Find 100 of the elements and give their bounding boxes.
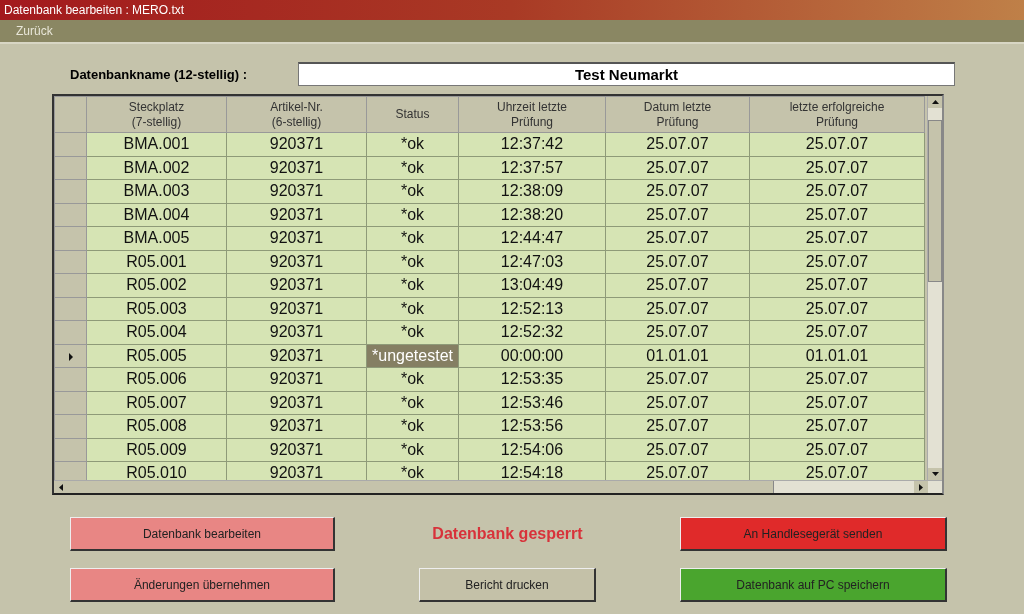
scroll-up-icon[interactable] xyxy=(931,100,939,104)
name-field[interactable]: Test Neumarkt xyxy=(298,62,955,86)
table-cell: BMA.004 xyxy=(86,203,227,227)
selected-cell[interactable]: *ungetestet xyxy=(367,344,458,367)
table-cell: 25.07.07 xyxy=(605,156,750,180)
table-cell: 25.07.07 xyxy=(605,132,750,156)
vertical-scrollbar[interactable] xyxy=(927,96,942,480)
row-selector[interactable] xyxy=(54,414,87,438)
row-selector[interactable] xyxy=(54,344,87,368)
window-title: Datenbank bearbeiten : MERO.txt xyxy=(0,0,1024,20)
table-cell: 25.07.07 xyxy=(749,414,925,438)
table-cell: 25.07.07 xyxy=(605,438,750,462)
lock-status-text: Datenbank gesperrt xyxy=(431,525,584,543)
table-cell: BMA.002 xyxy=(86,156,227,180)
table-cell: 920371 xyxy=(226,414,367,438)
column-header[interactable]: letzte erfolgreiche Prüfung xyxy=(749,96,925,133)
scroll-left-icon[interactable] xyxy=(59,483,63,491)
table-cell: R05.009 xyxy=(86,438,227,462)
table-cell: 13:04:49 xyxy=(458,273,606,297)
table-cell: 25.07.07 xyxy=(749,367,925,391)
table-cell: R05.002 xyxy=(86,273,227,297)
table-cell: R05.004 xyxy=(86,320,227,344)
table-cell: 920371 xyxy=(226,273,367,297)
table-cell: 25.07.07 xyxy=(749,179,925,203)
table-cell: 25.07.07 xyxy=(605,320,750,344)
table-cell: 920371 xyxy=(226,367,367,391)
action-button[interactable]: An Handlesegerät senden xyxy=(680,517,947,551)
row-selector[interactable] xyxy=(54,320,87,344)
table-cell: 12:52:13 xyxy=(458,297,606,321)
action-button[interactable]: Änderungen übernehmen xyxy=(70,568,335,602)
row-selector[interactable] xyxy=(54,226,87,250)
table-cell: 25.07.07 xyxy=(605,250,750,274)
action-button[interactable]: Bericht drucken xyxy=(419,568,596,602)
table-cell: 25.07.07 xyxy=(749,132,925,156)
row-selector[interactable] xyxy=(54,273,87,297)
row-selector[interactable] xyxy=(54,367,87,391)
table-cell: 920371 xyxy=(226,344,367,368)
column-header[interactable]: Datum letzte Prüfung xyxy=(605,96,750,133)
table-cell: 920371 xyxy=(226,391,367,415)
table-cell: R05.003 xyxy=(86,297,227,321)
table-cell: 25.07.07 xyxy=(749,320,925,344)
table-cell: 25.07.07 xyxy=(749,297,925,321)
table-cell: R05.008 xyxy=(86,414,227,438)
table-cell: 12:47:03 xyxy=(458,250,606,274)
table-cell: 920371 xyxy=(226,297,367,321)
row-selector[interactable] xyxy=(54,203,87,227)
table-cell: 12:53:35 xyxy=(458,367,606,391)
table-cell: 12:53:46 xyxy=(458,391,606,415)
column-header[interactable]: Artikel-Nr. (6-stellig) xyxy=(226,96,367,133)
table-cell: 12:54:06 xyxy=(458,438,606,462)
table-cell: 25.07.07 xyxy=(749,438,925,462)
table-cell: 920371 xyxy=(226,250,367,274)
row-selector[interactable] xyxy=(54,391,87,415)
table-cell: 25.07.07 xyxy=(605,297,750,321)
table-cell: BMA.003 xyxy=(86,179,227,203)
row-selector[interactable] xyxy=(54,250,87,274)
column-header[interactable]: Steckplatz (7-stellig) xyxy=(86,96,227,133)
field-label: Datenbankname (12-stellig) : xyxy=(70,66,248,82)
table-cell: R05.006 xyxy=(86,367,227,391)
table-cell: 920371 xyxy=(226,156,367,180)
table-cell: 25.07.07 xyxy=(749,250,925,274)
table-cell: 920371 xyxy=(226,226,367,250)
row-selector[interactable] xyxy=(54,179,87,203)
table-cell: 25.07.07 xyxy=(749,273,925,297)
table-cell: 920371 xyxy=(226,438,367,462)
column-header[interactable]: Uhrzeit letzte Prüfung xyxy=(458,96,606,133)
table-cell: 00:00:00 xyxy=(458,344,606,368)
table-cell: R05.007 xyxy=(86,391,227,415)
table-cell: 12:53:56 xyxy=(458,414,606,438)
table-cell: 12:52:32 xyxy=(458,320,606,344)
table-cell: 12:44:47 xyxy=(458,226,606,250)
table-cell: 12:38:09 xyxy=(458,179,606,203)
table-cell: 12:38:20 xyxy=(458,203,606,227)
table-cell: 25.07.07 xyxy=(605,367,750,391)
row-selector[interactable] xyxy=(54,438,87,462)
table-cell: 12:37:57 xyxy=(458,156,606,180)
row-selector[interactable] xyxy=(54,156,87,180)
table-cell: BMA.001 xyxy=(86,132,227,156)
row-selector[interactable] xyxy=(54,297,87,321)
table-cell: 25.07.07 xyxy=(749,203,925,227)
table-cell: 25.07.07 xyxy=(605,226,750,250)
table-cell: 25.07.07 xyxy=(605,179,750,203)
table-cell: 25.07.07 xyxy=(749,226,925,250)
table-cell: 25.07.07 xyxy=(749,391,925,415)
table-cell: 920371 xyxy=(226,203,367,227)
table-cell: 12:37:42 xyxy=(458,132,606,156)
scroll-right-icon[interactable] xyxy=(919,483,923,491)
action-button[interactable]: Datenbank auf PC speichern xyxy=(680,568,947,602)
current-row-icon xyxy=(68,352,73,361)
table-cell: 01.01.01 xyxy=(605,344,750,368)
table-cell: 25.07.07 xyxy=(605,414,750,438)
row-selector[interactable] xyxy=(54,132,87,156)
table-cell: 01.01.01 xyxy=(749,344,925,368)
table-cell: 25.07.07 xyxy=(605,273,750,297)
scroll-down-icon[interactable] xyxy=(931,472,939,476)
table-cell: 920371 xyxy=(226,132,367,156)
action-button[interactable]: Datenbank bearbeiten xyxy=(70,517,335,551)
table-cell: R05.001 xyxy=(86,250,227,274)
table-cell: R05.005 xyxy=(86,344,227,368)
column-header[interactable]: Status xyxy=(366,96,459,133)
